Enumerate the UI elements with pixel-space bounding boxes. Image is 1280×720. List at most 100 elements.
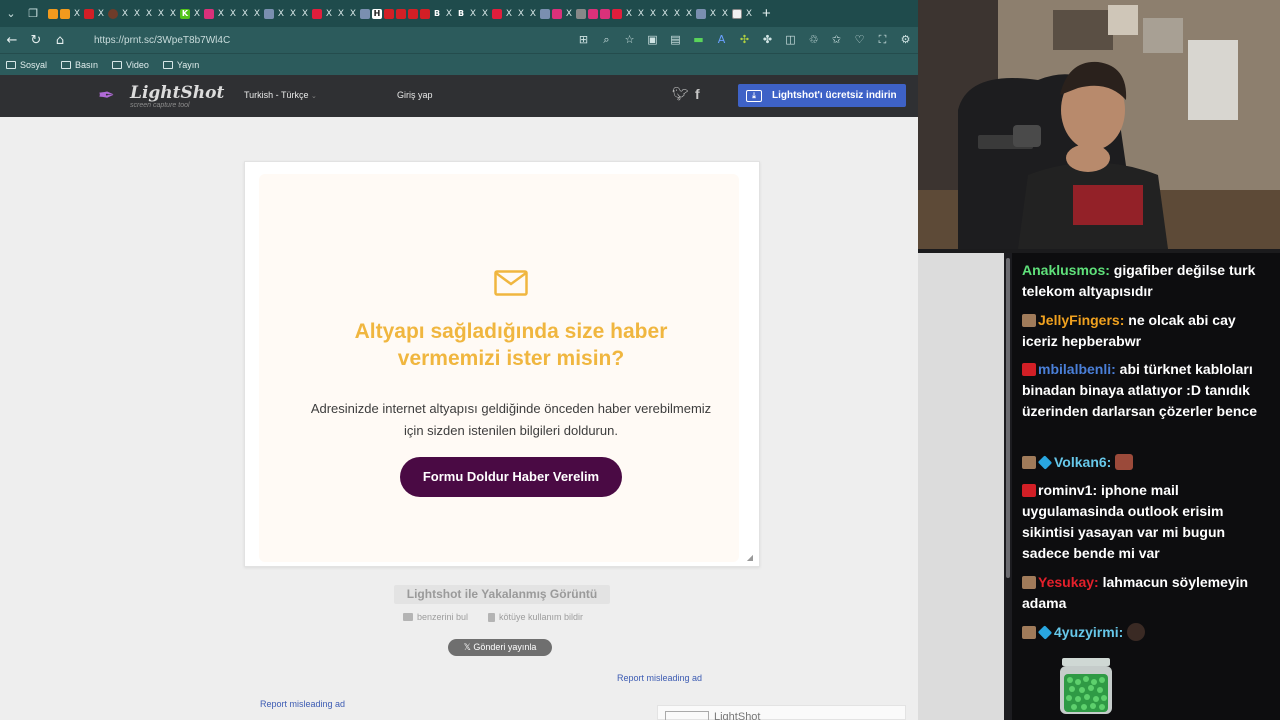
tab[interactable]	[108, 8, 118, 19]
extension-icon[interactable]: ▣	[644, 31, 661, 48]
tab-list-chevron-icon[interactable]: ⌄	[0, 0, 22, 27]
extension-icon[interactable]: ▬	[690, 31, 707, 48]
tab-close-icon[interactable]: X	[132, 9, 142, 19]
tab-close-icon[interactable]: X	[444, 9, 454, 19]
ad-cta-button[interactable]: Formu Doldur Haber Verelim	[400, 457, 622, 497]
find-similar-link[interactable]: benzerini bul	[403, 612, 468, 622]
login-link[interactable]: Giriş yap	[397, 90, 433, 100]
tab-close-icon[interactable]: X	[624, 9, 634, 19]
tab-close-icon[interactable]: X	[276, 9, 286, 19]
chat-username[interactable]: Volkan6:	[1054, 454, 1111, 470]
bookmark-folder[interactable]: Sosyal	[6, 60, 47, 70]
tab-close-icon[interactable]: X	[168, 9, 178, 19]
tab[interactable]	[576, 8, 586, 19]
tab-active[interactable]	[732, 8, 742, 19]
back-button[interactable]: ←	[0, 27, 24, 53]
extensions-puzzle-icon[interactable]: ✤	[759, 31, 776, 48]
browser-essentials-icon[interactable]: ♡	[851, 31, 868, 48]
tab-close-icon[interactable]: X	[192, 9, 202, 19]
tab-close-icon[interactable]: X	[684, 9, 694, 19]
tab-b[interactable]: B	[456, 9, 466, 19]
tab-close-icon[interactable]: X	[744, 9, 754, 19]
reload-button[interactable]: ↻	[24, 27, 48, 53]
extension-icon[interactable]: ✣	[736, 31, 753, 48]
tab-youtube[interactable]	[492, 8, 502, 19]
home-button[interactable]: ⌂	[48, 27, 72, 53]
favorites-icon[interactable]: ✩	[828, 31, 845, 48]
post-tweet-button[interactable]: 𝕏 Gönderi yayınla	[448, 639, 552, 656]
tab-h[interactable]: H	[372, 8, 382, 19]
chat-username[interactable]: JellyFingers:	[1038, 312, 1124, 328]
tab-close-icon[interactable]: X	[288, 9, 298, 19]
chat-username[interactable]: rominv1:	[1038, 482, 1097, 498]
tab-close-icon[interactable]: X	[156, 9, 166, 19]
tab[interactable]	[60, 8, 70, 19]
tab-close-icon[interactable]: X	[480, 9, 490, 19]
settings-icon[interactable]: ⚙	[897, 31, 914, 48]
zoom-icon[interactable]: ⌕	[598, 31, 615, 48]
tab-instagram[interactable]	[552, 8, 562, 19]
tab[interactable]	[264, 8, 274, 19]
tab[interactable]	[696, 8, 706, 19]
tab-close-icon[interactable]: X	[708, 9, 718, 19]
extension-icon[interactable]: ▤	[667, 31, 684, 48]
tab-kick[interactable]: K	[180, 8, 190, 19]
url-text[interactable]: https://prnt.sc/3WpeT8b7Wl4C	[76, 35, 230, 46]
ad-banner[interactable]: Altyapı sağladığında size haber vermemiz…	[259, 174, 739, 562]
chat-username[interactable]: 4yuzyirmi:	[1054, 624, 1123, 640]
report-misleading-ad-link[interactable]: Report misleading ad	[617, 673, 702, 683]
tab-close-icon[interactable]: X	[228, 9, 238, 19]
tab-close-icon[interactable]: X	[648, 9, 658, 19]
tab[interactable]	[360, 8, 370, 19]
tab-close-icon[interactable]: X	[528, 9, 538, 19]
tab-close-icon[interactable]: X	[720, 9, 730, 19]
tab-close-icon[interactable]: X	[660, 9, 670, 19]
tab-close-icon[interactable]: X	[120, 9, 130, 19]
tab-close-icon[interactable]: X	[240, 9, 250, 19]
tab-instagram[interactable]	[600, 8, 610, 19]
tab[interactable]	[540, 8, 550, 19]
tab[interactable]	[408, 8, 418, 19]
workspaces-icon[interactable]: ❐	[22, 0, 44, 27]
site-logo[interactable]: ✒ LightShot screen capture tool	[98, 83, 224, 111]
performance-icon[interactable]: ♲	[805, 31, 822, 48]
bookmark-folder[interactable]: Yayın	[162, 60, 199, 70]
tab-close-icon[interactable]: X	[216, 9, 226, 19]
tab-close-icon[interactable]: X	[468, 9, 478, 19]
facebook-icon[interactable]: f	[695, 86, 700, 102]
report-misleading-ad-link[interactable]: Report misleading ad	[260, 699, 345, 709]
tab-close-icon[interactable]: X	[336, 9, 346, 19]
translate-icon[interactable]: A	[713, 31, 730, 48]
tab-close-icon[interactable]: X	[504, 9, 514, 19]
tab-youtube[interactable]	[612, 8, 622, 19]
tab-close-icon[interactable]: X	[516, 9, 526, 19]
tab[interactable]	[420, 8, 430, 19]
tab[interactable]	[84, 8, 94, 19]
scrollbar-thumb[interactable]	[1006, 258, 1010, 578]
apps-icon[interactable]: ⊞	[575, 31, 592, 48]
favorite-star-icon[interactable]: ☆	[621, 31, 638, 48]
tab-close-icon[interactable]: X	[324, 9, 334, 19]
download-button[interactable]: ⤓ Lightshot'ı ücretsiz indirin	[738, 84, 906, 107]
tab-b[interactable]: B	[432, 9, 442, 19]
tab-youtube[interactable]	[312, 8, 322, 19]
resize-grip-icon[interactable]: ◢	[747, 553, 753, 562]
tab[interactable]	[384, 8, 394, 19]
tab-close-icon[interactable]: X	[72, 9, 82, 19]
chat-username[interactable]: mbilalbenli:	[1038, 361, 1116, 377]
tab-close-icon[interactable]: X	[144, 9, 154, 19]
tab-instagram[interactable]	[588, 8, 598, 19]
chat-username[interactable]: Yesukay:	[1038, 574, 1099, 590]
tab-close-icon[interactable]: X	[564, 9, 574, 19]
bookmark-folder[interactable]: Video	[112, 60, 149, 70]
bottom-ad-banner[interactable]: LightShot	[657, 705, 906, 720]
tab-close-icon[interactable]: X	[636, 9, 646, 19]
tab-close-icon[interactable]: X	[300, 9, 310, 19]
address-bar[interactable]: https://prnt.sc/3WpeT8b7Wl4C	[76, 30, 576, 50]
new-tab-button[interactable]: +	[762, 5, 771, 22]
tab[interactable]	[396, 8, 406, 19]
tab-close-icon[interactable]: X	[252, 9, 262, 19]
tab-close-icon[interactable]: X	[672, 9, 682, 19]
language-selector[interactable]: Turkish - Türkçe ⌄	[244, 90, 317, 100]
report-abuse-link[interactable]: kötüye kullanım bildir	[488, 612, 583, 622]
